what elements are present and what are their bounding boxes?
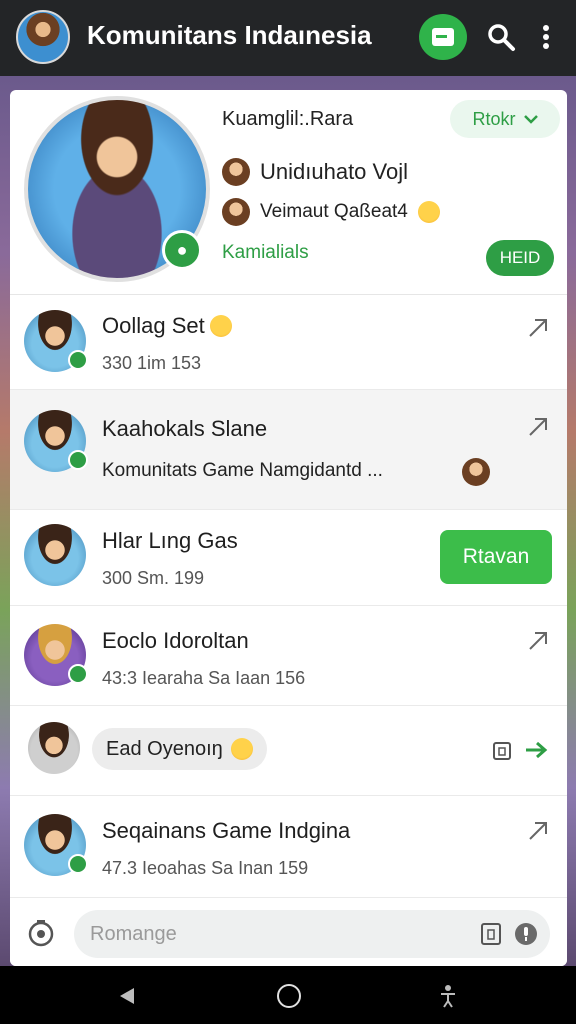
message-row[interactable]: Ead Oyenoıŋ [10, 706, 567, 796]
pin-icon[interactable] [527, 630, 549, 652]
mini-avatar [462, 458, 490, 486]
chat-avatar [24, 814, 88, 876]
attachment-icon[interactable] [480, 922, 502, 946]
chat-subtitle: 43:3 Iearaha Sa Iaan 156 [102, 668, 306, 688]
emoji-icon [230, 738, 253, 760]
mini-avatar [222, 198, 250, 226]
chat-row[interactable]: Oollag Set 330 1im 153 [10, 295, 567, 390]
message-bubble: Ead Oyenoıŋ [92, 728, 267, 770]
pin-icon[interactable] [527, 317, 549, 339]
chevron-down-icon [523, 115, 538, 124]
mini-avatar [222, 158, 250, 186]
online-badge-icon: ● [162, 230, 202, 270]
chat-title: Hlar Lıng Gas [102, 528, 238, 553]
chat-title: Oollag Set [102, 313, 205, 338]
profile-tagline: Kamialials [222, 242, 309, 263]
held-button[interactable]: HEID [486, 240, 554, 276]
camera-icon[interactable] [26, 918, 56, 948]
follow-label: Rtokr [472, 108, 516, 129]
profile-row-1: Unidıuhato Vojl [222, 158, 408, 186]
chat-row[interactable]: Seqainans Game Indgina 47.3 Ieoahas Sa I… [10, 796, 567, 898]
profile-row-1-text: Unidıuhato Vojl [260, 159, 408, 184]
composer: Romange [10, 898, 567, 966]
chat-avatar [24, 310, 88, 372]
follow-button[interactable]: Rtokr [450, 100, 560, 138]
chat-title: Eoclo Idoroltan [102, 628, 249, 653]
document-icon[interactable] [419, 14, 467, 60]
app-header: Komunitans Indaınesia [0, 0, 576, 76]
chat-subtitle: 300 Sm. 199 [102, 568, 205, 588]
community-avatar[interactable] [16, 10, 70, 64]
chat-subtitle: 330 1im 153 [102, 353, 202, 373]
forward-arrow-icon[interactable] [524, 740, 550, 760]
emoji-icon [210, 315, 232, 337]
chat-row[interactable]: Kaahokals Slane Komunitats Game Namgidan… [10, 390, 567, 510]
profile-name: Kuamglil:.Rara [222, 108, 354, 130]
chat-subtitle: Komunitats Game Namgidantd ... [102, 460, 383, 481]
chat-card: ● Kuamglil:.Rara Rtokr Unidıuhato Vojl V… [10, 90, 567, 966]
message-input[interactable]: Romange [74, 910, 550, 958]
more-vert-icon[interactable] [536, 22, 556, 52]
search-icon[interactable] [486, 22, 516, 52]
chat-avatar [24, 410, 88, 472]
message-text: Ead Oyenoıŋ [106, 737, 223, 760]
chat-title: Kaahokals Slane [102, 416, 268, 441]
chat-avatar [24, 524, 86, 586]
pin-icon[interactable] [527, 416, 549, 438]
community-title: Komunitans Indaınesia [87, 20, 372, 50]
copy-icon[interactable] [490, 738, 514, 762]
chat-subtitle: 47.3 Ieoahas Sa Inan 159 [102, 858, 309, 878]
chat-row[interactable]: Hlar Lıng Gas 300 Sm. 199 Rtavan [10, 510, 567, 606]
profile-row-2: Veimaut Qaßeat4 [222, 198, 440, 226]
system-nav-bar [0, 966, 576, 1024]
chat-avatar [24, 624, 88, 686]
chat-row[interactable]: Eoclo Idoroltan 43:3 Iearaha Sa Iaan 156 [10, 606, 567, 706]
message-placeholder: Romange [90, 922, 177, 945]
chat-title: Seqainans Game Indgina [102, 818, 351, 843]
join-button[interactable]: Rtavan [440, 530, 552, 584]
back-icon[interactable] [118, 986, 136, 1006]
accessibility-icon[interactable] [438, 984, 458, 1008]
home-icon[interactable] [277, 984, 301, 1008]
pin-icon[interactable] [527, 820, 549, 842]
chat-avatar [28, 722, 80, 774]
emoji-icon [417, 201, 440, 223]
profile-row-2-text: Veimaut Qaßeat4 [260, 201, 408, 222]
profile-section: ● Kuamglil:.Rara Rtokr Unidıuhato Vojl V… [10, 90, 567, 295]
microphone-icon[interactable] [514, 922, 538, 946]
